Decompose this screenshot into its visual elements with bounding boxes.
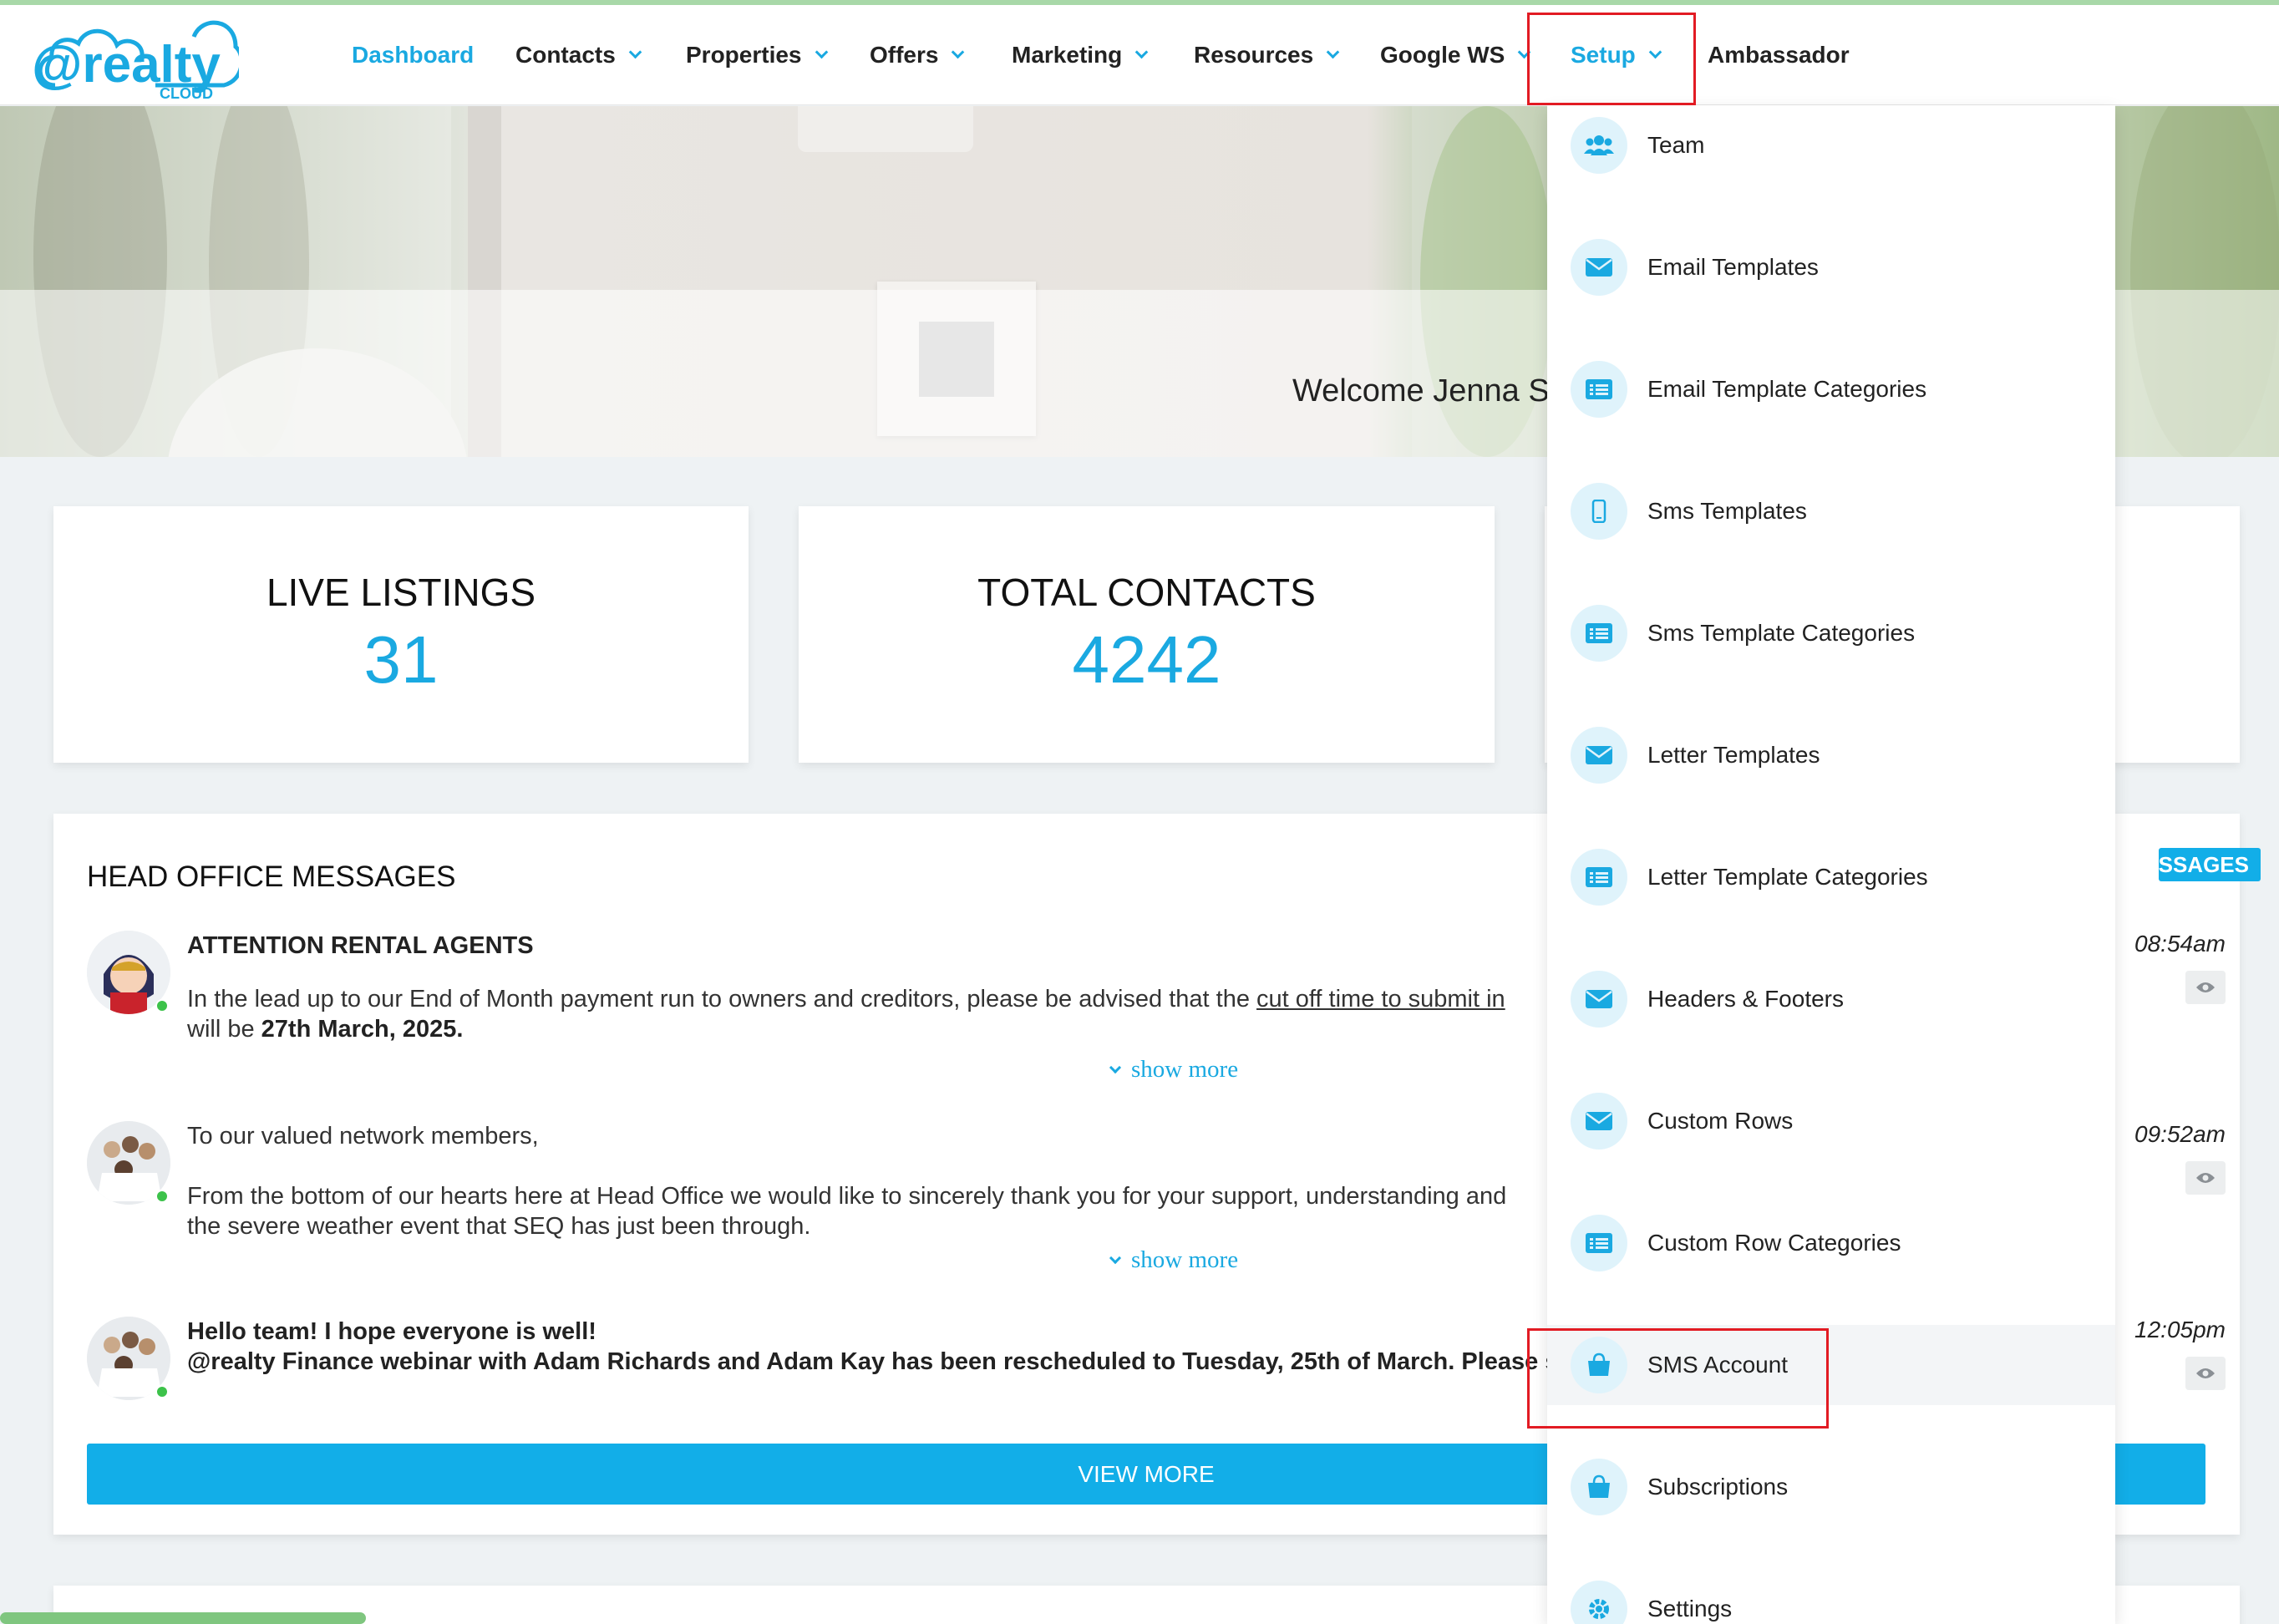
list-icon [1571,361,1627,418]
message-heading: ATTENTION RENTAL AGENTS [187,932,534,959]
total-contacts-label: TOTAL CONTACTS [977,571,1316,614]
total-contacts-card[interactable]: TOTAL CONTACTS 4242 [799,506,1495,763]
chevron-down-icon [1109,1061,1122,1074]
nav-resources[interactable]: Resources [1194,38,1340,72]
message-body-line: From the bottom of our hearts here at He… [187,1183,1507,1210]
message-heading: Hello team! I hope everyone is well! [187,1318,596,1345]
message-body-line: In the lead up to our End of Month payme… [187,986,1505,1012]
messages-title: HEAD OFFICE MESSAGES [87,860,456,893]
nav-google-ws[interactable]: Google WS [1380,38,1531,72]
logo-cloud-icon: @realty CLOUD [32,20,244,102]
menu-item-sms-templates[interactable]: Sms Templates [1547,471,2115,551]
envelope-icon [1571,239,1627,296]
eye-icon [2196,1173,2215,1183]
eye-icon [2196,1368,2215,1378]
message-body-line: @realty Finance webinar with Adam Richar… [187,1348,1590,1375]
show-more-link[interactable]: show more [1109,1246,1238,1274]
realty-cloud-logo[interactable]: @realty CLOUD [30,12,244,102]
live-listings-label: LIVE LISTINGS [266,571,536,614]
message-link[interactable]: cut off time to submit in [1256,986,1505,1012]
view-message-button[interactable] [2185,971,2226,1004]
list-icon [1571,1215,1627,1271]
hero-lamp [798,106,973,152]
menu-item-custom-rows[interactable]: Custom Rows [1547,1081,2115,1161]
menu-item-subscriptions[interactable]: Subscriptions [1547,1447,2115,1527]
total-contacts-value: 4242 [1072,622,1221,697]
top-nav-bar: @realty CLOUD Dashboard Contacts Propert… [0,5,2279,105]
chevron-down-icon [815,45,828,58]
menu-item-letter-template-categories[interactable]: Letter Template Categories [1547,837,2115,917]
message-body-line: the severe weather event that SEQ has ju… [187,1213,811,1240]
nav-properties[interactable]: Properties [686,38,828,72]
online-status-dot [155,999,169,1012]
envelope-icon [1571,727,1627,784]
svg-text:CLOUD: CLOUD [160,85,213,100]
list-icon [1571,849,1627,906]
envelope-icon [1571,1093,1627,1149]
bottom-progress-bar [0,1612,366,1624]
menu-item-team[interactable]: Team [1547,105,2115,185]
envelope-icon [1571,971,1627,1028]
all-messages-button[interactable]: SSAGES [2159,848,2261,881]
menu-item-sms-template-categories[interactable]: Sms Template Categories [1547,593,2115,673]
nav-dashboard[interactable]: Dashboard [352,38,474,72]
nav-offers[interactable]: Offers [870,38,965,72]
live-listings-value: 31 [363,622,439,697]
nav-marketing[interactable]: Marketing [1012,38,1149,72]
nav-contacts[interactable]: Contacts [515,38,642,72]
chevron-down-icon [1134,45,1149,58]
online-status-dot [155,1385,169,1398]
chevron-down-icon [952,45,965,58]
welcome-text: Welcome Jenna S [1292,373,1550,409]
shopping-bag-icon [1571,1459,1627,1515]
message-time: 09:52am [2134,1121,2226,1147]
show-more-link[interactable]: show more [1109,1056,1238,1084]
message-time: 08:54am [2134,931,2226,957]
live-listings-card[interactable]: LIVE LISTINGS 31 [53,506,749,763]
menu-item-email-template-categories[interactable]: Email Template Categories [1547,349,2115,429]
view-message-button[interactable] [2185,1161,2226,1195]
message-body-line: will be 27th March, 2025. [187,1016,464,1043]
message-body-line: To our valued network members, [187,1123,539,1149]
team-icon [1571,117,1627,174]
list-icon [1571,605,1627,662]
message-time: 12:05pm [2134,1317,2226,1342]
chevron-down-icon [1326,45,1340,58]
eye-icon [2196,982,2215,992]
gear-icon [1571,1581,1627,1624]
menu-item-letter-templates[interactable]: Letter Templates [1547,715,2115,795]
setup-highlight-box [1527,13,1696,105]
online-status-dot [155,1190,169,1203]
sms-account-highlight-box [1527,1328,1829,1429]
chevron-down-icon [628,45,642,58]
menu-item-email-templates[interactable]: Email Templates [1547,227,2115,307]
chevron-down-icon [1109,1251,1122,1265]
menu-item-settings[interactable]: Settings [1547,1569,2115,1624]
mobile-icon [1571,483,1627,540]
menu-item-custom-row-categories[interactable]: Custom Row Categories [1547,1203,2115,1283]
menu-item-headers-footers[interactable]: Headers & Footers [1547,959,2115,1039]
nav-ambassador[interactable]: Ambassador [1708,38,1850,72]
view-message-button[interactable] [2185,1357,2226,1390]
